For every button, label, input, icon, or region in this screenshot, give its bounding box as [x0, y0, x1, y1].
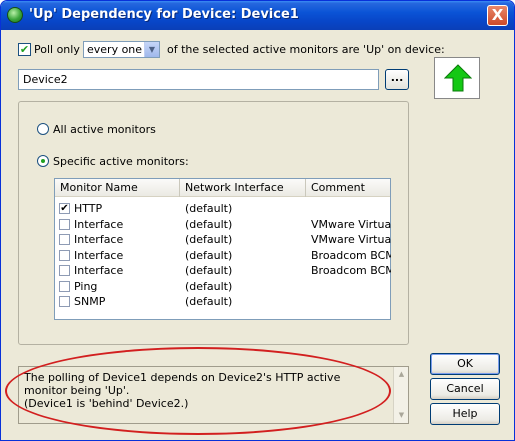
- all-monitors-label: All active monitors: [53, 123, 156, 136]
- app-icon: [7, 7, 23, 23]
- monitor-checkbox[interactable]: [59, 234, 70, 245]
- poll-condition-value: every one: [87, 43, 143, 56]
- monitor-comment: Broadcom BCM5...: [311, 248, 391, 262]
- specific-monitors-label: Specific active monitors:: [53, 155, 189, 168]
- table-row[interactable]: Interface (default) Broadcom BCM5...: [55, 248, 391, 264]
- monitor-comment: VMware Virtual E...: [311, 217, 391, 231]
- monitor-checkbox[interactable]: [59, 249, 70, 261]
- column-monitor-name[interactable]: Monitor Name: [55, 179, 180, 197]
- close-button[interactable]: X: [487, 5, 508, 26]
- monitor-name: Interface: [74, 217, 124, 231]
- device-status-indicator: [434, 57, 480, 99]
- monitor-comment: Broadcom BCM5...: [311, 264, 391, 277]
- specific-monitors-radio[interactable]: [37, 155, 49, 167]
- monitor-checkbox[interactable]: ✔: [59, 203, 70, 214]
- network-interface: (default): [185, 295, 233, 308]
- dependency-dialog: 'Up' Dependency for Device: Device1 X ✔ …: [0, 0, 515, 441]
- table-row[interactable]: Interface (default) VMware Virtual E...: [55, 217, 391, 233]
- table-row[interactable]: Interface (default) Broadcom BCM5...: [55, 263, 391, 279]
- device-field[interactable]: Device2: [18, 69, 379, 90]
- monitor-checkbox[interactable]: [59, 280, 70, 292]
- monitor-name: Interface: [74, 248, 124, 262]
- browse-device-button[interactable]: ...: [385, 69, 409, 90]
- table-row[interactable]: Interface (default) VMware Virtual E...: [55, 232, 391, 248]
- description-text: The polling of Device1 depends on Device…: [24, 371, 341, 410]
- monitor-checkbox[interactable]: [59, 265, 70, 276]
- scroll-down-icon[interactable]: ▼: [395, 409, 408, 422]
- monitor-checkbox[interactable]: [59, 218, 70, 230]
- table-row[interactable]: ✔ HTTP (default): [55, 201, 390, 217]
- network-interface: (default): [185, 217, 233, 231]
- monitor-name: SNMP: [74, 295, 106, 308]
- network-interface: (default): [185, 202, 233, 215]
- poll-only-checkbox[interactable]: ✔: [18, 43, 31, 56]
- network-interface: (default): [185, 279, 233, 293]
- monitor-list[interactable]: Monitor Name Network Interface Comment ✔…: [54, 178, 391, 320]
- ok-button[interactable]: OK: [430, 353, 500, 375]
- column-network-interface[interactable]: Network Interface: [180, 179, 306, 197]
- table-row[interactable]: Ping (default): [55, 279, 390, 295]
- network-interface: (default): [185, 233, 233, 246]
- dependency-description: The polling of Device1 depends on Device…: [18, 366, 409, 424]
- title-bar[interactable]: 'Up' Dependency for Device: Device1 X: [1, 1, 514, 30]
- window-title: 'Up' Dependency for Device: Device1: [29, 7, 299, 22]
- scroll-up-icon[interactable]: ▲: [395, 368, 408, 381]
- network-interface: (default): [185, 248, 233, 262]
- description-scrollbar[interactable]: ▲ ▼: [393, 367, 408, 423]
- green-up-arrow-icon: [444, 64, 472, 92]
- help-button[interactable]: Help: [430, 403, 500, 425]
- chevron-down-icon[interactable]: ▼: [144, 42, 159, 57]
- all-monitors-radio[interactable]: [37, 123, 49, 135]
- network-interface: (default): [185, 264, 233, 277]
- device-value: Device2: [23, 73, 68, 86]
- monitor-comment: VMware Virtual E...: [311, 233, 391, 246]
- monitor-name: Ping: [74, 279, 98, 293]
- table-row[interactable]: SNMP (default): [55, 294, 390, 310]
- cancel-button[interactable]: Cancel: [430, 378, 500, 400]
- monitor-name: Interface: [74, 264, 124, 277]
- poll-condition-select[interactable]: every one ▼: [83, 41, 160, 58]
- poll-only-label: Poll only if: [34, 43, 91, 56]
- monitor-name: HTTP: [74, 202, 103, 215]
- poll-suffix-label: of the selected active monitors are 'Up'…: [167, 43, 445, 56]
- monitor-list-header: Monitor Name Network Interface Comment: [55, 179, 390, 197]
- monitor-checkbox[interactable]: [59, 296, 70, 307]
- column-comment[interactable]: Comment: [306, 179, 390, 197]
- monitor-name: Interface: [74, 233, 124, 246]
